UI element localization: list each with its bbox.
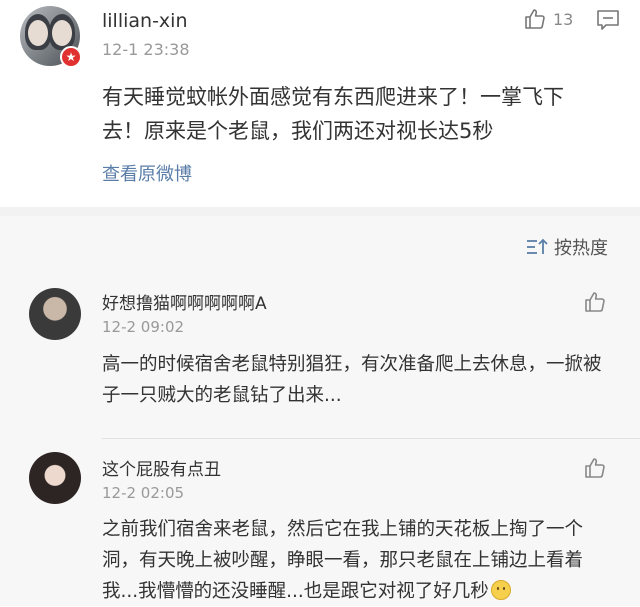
post-like-button[interactable]: 13: [523, 7, 573, 31]
post-timestamp: 12-1 23:38: [102, 40, 190, 59]
commenter-avatar[interactable]: [29, 452, 81, 504]
comment-icon: [597, 10, 619, 30]
commenter-avatar[interactable]: [29, 288, 81, 340]
sort-by-hot-button[interactable]: 按热度: [526, 234, 608, 260]
comment-button[interactable]: [596, 9, 620, 35]
commenter-username[interactable]: 这个屁股有点丑: [102, 455, 221, 480]
comment-timestamp: 12-2 02:05: [102, 484, 185, 502]
section-divider: [0, 207, 640, 216]
comment-divider: [102, 438, 640, 439]
comment-text-content: 之前我们宿舍来老鼠，然后它在我上铺的天花板上掏了一个洞，有天晚上被吵醒，睁眼一看…: [102, 519, 584, 602]
comment-text: 高一的时候宿舍老鼠特别猖狂，有次准备爬上去休息，一掀被子一只贼大的老鼠钻了出来.…: [102, 354, 602, 406]
post-avatar[interactable]: ★: [20, 6, 82, 68]
like-count: 13: [553, 9, 574, 29]
thinking-emoji-icon: [490, 580, 511, 600]
comment-timestamp: 12-2 09:02: [102, 318, 185, 336]
star-badge-icon: ★: [60, 46, 82, 68]
post-username[interactable]: lillian-xin: [102, 10, 188, 32]
comment-text: 之前我们宿舍来老鼠，然后它在我上铺的天花板上掏了一个洞，有天晚上被吵醒，睁眼一看…: [102, 514, 614, 607]
thumbs-up-icon: [585, 458, 605, 478]
thumbs-up-icon: [585, 292, 605, 312]
comment-like-button[interactable]: [583, 290, 607, 318]
view-original-link[interactable]: 查看原微博: [102, 160, 192, 186]
thumbs-up-icon: [525, 9, 545, 29]
sort-label: 按热度: [554, 238, 608, 259]
commenter-username[interactable]: 好想撸猫啊啊啊啊啊A: [102, 289, 267, 314]
post-text: 有天睡觉蚊帐外面感觉有东西爬进来了！一掌飞下去！原来是个老鼠，我们两还对视长达5…: [102, 85, 564, 143]
sort-icon: [527, 238, 548, 254]
comments-section: 按热度 好想撸猫啊啊啊啊啊A 12-2 09:02 高一的时候宿舍老鼠特别猖狂，…: [0, 216, 640, 606]
comment-like-button[interactable]: [583, 456, 607, 484]
weibo-post: ★ lillian-xin 12-1 23:38 13 有天睡觉蚊帐外面感觉有东…: [0, 0, 640, 207]
